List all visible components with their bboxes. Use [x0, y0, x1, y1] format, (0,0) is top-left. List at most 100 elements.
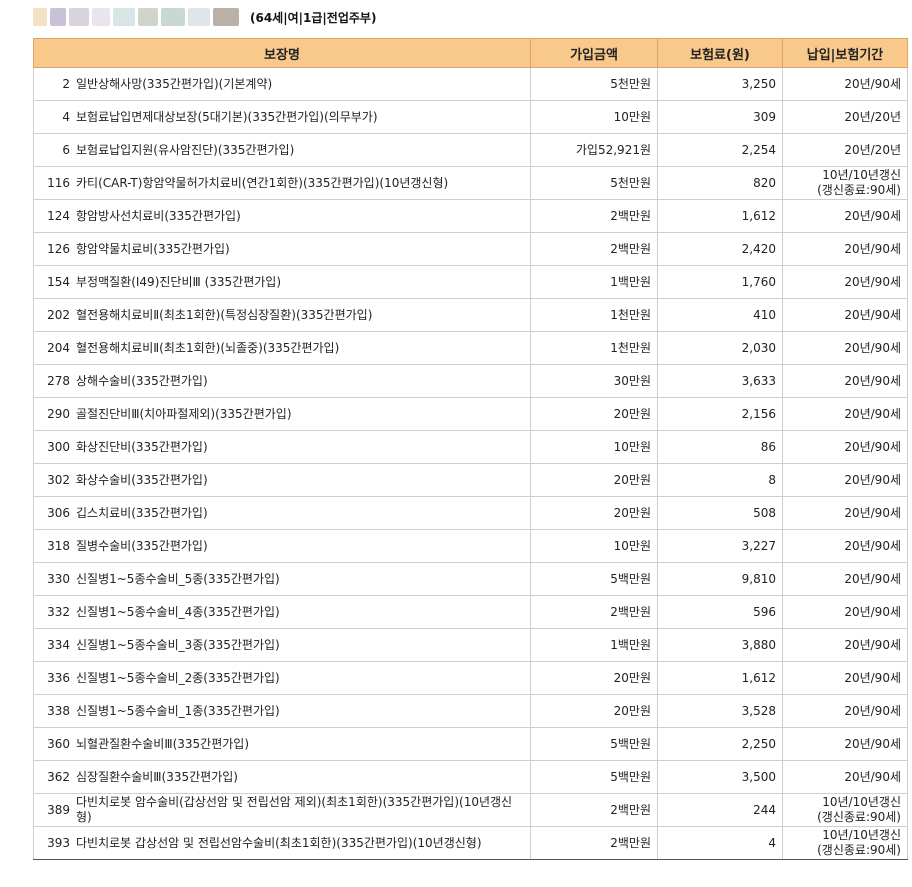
premium-cell: 2,030 [657, 331, 783, 365]
period-cell: 20년/90세 [782, 265, 908, 299]
period-text: 20년/90세 [844, 208, 901, 223]
table-row: 338 신질병1~5종수술비_1종(335간편가입) 20만원 3,528 20년/90… [33, 694, 908, 728]
period-cell: 20년/90세 [782, 661, 908, 695]
premium-cell: 8 [657, 463, 783, 497]
table-row: 389 다빈치로봇 암수술비(갑상선암 및 전립선암 제외)(최초1회한)(335… [33, 793, 908, 827]
blurred-name [213, 8, 239, 26]
premium-cell: 820 [657, 166, 783, 200]
premium-cell: 9,810 [657, 562, 783, 596]
amount-cell: 1천만원 [530, 298, 658, 332]
profile-info: (64세|여|1급|전업주부) [250, 10, 377, 25]
coverage-name: 골절진단비Ⅲ(치아파절제외)(335간편가입) [76, 406, 292, 421]
coverage-name: 다빈치로봇 암수술비(갑상선암 및 전립선암 제외)(최초1회한)(335간편가… [76, 795, 513, 824]
period-text: 20년/90세 [844, 472, 901, 487]
table-row: 336 신질병1~5종수술비_2종(335간편가입) 20만원 1,612 20년/90… [33, 661, 908, 695]
period-text: 20년/90세 [844, 439, 901, 454]
period-cell: 20년/90세 [782, 463, 908, 497]
amount-cell: 20만원 [530, 694, 658, 728]
coverage-name: 뇌혈관질환수술비Ⅲ(335간편가입) [76, 736, 250, 751]
coverage-name: 혈전용해치료비Ⅱ(최초1회한)(뇌졸중)(335간편가입) [76, 340, 340, 355]
coverage-code: 300 [47, 439, 70, 454]
coverage-cell: 204 혈전용해치료비Ⅱ(최초1회한)(뇌졸중)(335간편가입) [33, 331, 531, 365]
coverage-name: 깁스치료비(335간편가입) [76, 505, 208, 520]
table-row: 362 심장질환수술비Ⅲ(335간편가입) 5백만원 3,500 20년/90세 [33, 760, 908, 794]
period-cell: 20년/90세 [782, 529, 908, 563]
amount-cell: 1백만원 [530, 265, 658, 299]
coverage-name: 보험료납입지원(유사암진단)(335간편가입) [76, 142, 295, 157]
period-text: 20년/90세 [844, 406, 901, 421]
blurred-name [188, 8, 210, 26]
coverage-cell: 300 화상진단비(335간편가입) [33, 430, 531, 464]
coverage-cell: 389 다빈치로봇 암수술비(갑상선암 및 전립선암 제외)(최초1회한)(335… [33, 793, 531, 827]
coverage-cell: 126 항암약물치료비(335간편가입) [33, 232, 531, 266]
coverage-code: 393 [47, 835, 70, 850]
table-row: 306 깁스치료비(335간편가입) 20만원 508 20년/90세 [33, 496, 908, 530]
coverage-name: 신질병1~5종수술비_2종(335간편가입) [76, 670, 280, 685]
period-text: 20년/90세 [844, 76, 901, 91]
coverage-name: 일반상해사망(335간편가입)(기본계약) [76, 76, 273, 91]
table-header-row: 보장명 가입금액 보험료(원) 납입|보험기간 [33, 38, 908, 68]
table-row: 116 카티(CAR-T)항암약물허가치료비(연간1회한)(335간편가입)(10… [33, 166, 908, 200]
period-cell: 20년/90세 [782, 397, 908, 431]
coverage-cell: 334 신질병1~5종수술비_3종(335간편가입) [33, 628, 531, 662]
coverage-cell: 154 부정맥질환(I49)진단비Ⅲ (335간편가입) [33, 265, 531, 299]
period-cell: 10년/10년갱신 (갱신종료:90세) [782, 826, 908, 860]
period-text: 20년/20년 [844, 142, 901, 157]
amount-cell: 2백만원 [530, 595, 658, 629]
amount-cell: 5천만원 [530, 166, 658, 200]
table-row: 6 보험료납입지원(유사암진단)(335간편가입) 가입52,921원 2,254 20… [33, 133, 908, 167]
premium-cell: 3,880 [657, 628, 783, 662]
amount-cell: 10만원 [530, 529, 658, 563]
amount-cell: 2백만원 [530, 826, 658, 860]
period-cell: 20년/90세 [782, 430, 908, 464]
amount-cell: 5백만원 [530, 727, 658, 761]
amount-cell: 가입52,921원 [530, 133, 658, 167]
coverage-cell: 338 신질병1~5종수술비_1종(335간편가입) [33, 694, 531, 728]
coverage-cell: 202 혈전용해치료비Ⅱ(최초1회한)(특정심장질환)(335간편가입) [33, 298, 531, 332]
premium-cell: 309 [657, 100, 783, 134]
table-row: 330 신질병1~5종수술비_5종(335간편가입) 5백만원 9,810 20년/90… [33, 562, 908, 596]
blurred-name [138, 8, 158, 26]
premium-cell: 3,500 [657, 760, 783, 794]
coverage-cell: 124 항암방사선치료비(335간편가입) [33, 199, 531, 233]
period-text: 20년/90세 [844, 571, 901, 586]
coverage-cell: 360 뇌혈관질환수술비Ⅲ(335간편가입) [33, 727, 531, 761]
premium-cell: 3,633 [657, 364, 783, 398]
amount-cell: 2백만원 [530, 232, 658, 266]
period-text: 20년/90세 [844, 505, 901, 520]
period-cell: 20년/90세 [782, 364, 908, 398]
coverage-cell: 393 다빈치로봇 갑상선암 및 전립선암수술비(최초1회한)(335간편가입)(… [33, 826, 531, 860]
table-row: 202 혈전용해치료비Ⅱ(최초1회한)(특정심장질환)(335간편가입) 1천만원 4… [33, 298, 908, 332]
table-row: 393 다빈치로봇 갑상선암 및 전립선암수술비(최초1회한)(335간편가입)(… [33, 826, 908, 860]
period-text: 20년/90세 [844, 670, 901, 685]
period-cell: 20년/90세 [782, 628, 908, 662]
coverage-code: 4 [62, 109, 70, 124]
premium-cell: 244 [657, 793, 783, 827]
coverage-name: 다빈치로봇 갑상선암 및 전립선암수술비(최초1회한)(335간편가입)(10년… [76, 835, 482, 850]
coverage-code: 2 [62, 76, 70, 91]
period-cell: 20년/90세 [782, 562, 908, 596]
period-text: 20년/90세 [844, 373, 901, 388]
coverage-code: 278 [47, 373, 70, 388]
column-header-premium: 보험료(원) [657, 38, 783, 68]
coverage-code: 204 [47, 340, 70, 355]
table-row: 154 부정맥질환(I49)진단비Ⅲ (335간편가입) 1백만원 1,760 20년/… [33, 265, 908, 299]
table-row: 278 상해수술비(335간편가입) 30만원 3,633 20년/90세 [33, 364, 908, 398]
coverage-cell: 332 신질병1~5종수술비_4종(335간편가입) [33, 595, 531, 629]
period-text: 20년/90세 [844, 307, 901, 322]
coverage-cell: 6 보험료납입지원(유사암진단)(335간편가입) [33, 133, 531, 167]
coverage-name: 보험료납입면제대상보장(5대기본)(335간편가입)(의무부가) [76, 109, 378, 124]
coverage-code: 202 [47, 307, 70, 322]
period-text: 20년/90세 [844, 274, 901, 289]
premium-cell: 3,250 [657, 67, 783, 101]
table-row: 302 화상수술비(335간편가입) 20만원 8 20년/90세 [33, 463, 908, 497]
coverage-name: 심장질환수술비Ⅲ(335간편가입) [76, 769, 238, 784]
amount-cell: 20만원 [530, 661, 658, 695]
coverage-code: 126 [47, 241, 70, 256]
period-cell: 20년/90세 [782, 496, 908, 530]
period-renewal-note: (갱신종료:90세) [817, 843, 901, 857]
coverage-name: 혈전용해치료비Ⅱ(최초1회한)(특정심장질환)(335간편가입) [76, 307, 373, 322]
coverage-name: 화상수술비(335간편가입) [76, 472, 208, 487]
premium-cell: 2,250 [657, 727, 783, 761]
period-cell: 20년/20년 [782, 100, 908, 134]
